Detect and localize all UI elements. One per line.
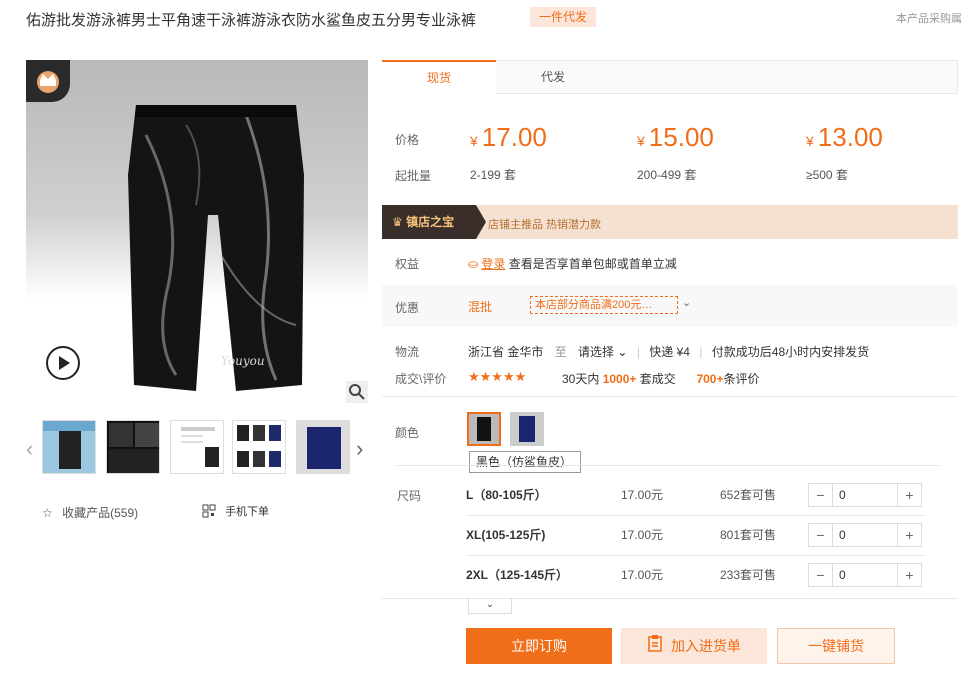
star-outline-icon: ☆ [42, 506, 53, 520]
size-name: L（80-105斤） [466, 488, 547, 502]
benefits-text: 查看是否享首单包邮或首单立减 [508, 257, 677, 271]
favorite-button[interactable]: ☆ 收藏产品(559) [42, 504, 138, 521]
qty-range-1: 2-199 套 [470, 168, 517, 182]
svg-text:Youyou: Youyou [221, 354, 265, 368]
thumbnail-next-icon[interactable]: › [356, 436, 363, 462]
shipping-fee: 快递 ¥4 [649, 345, 690, 359]
product-title: 佑游批发游泳裤男士平角速干泳裤游泳衣防水鲨鱼皮五分男专业泳裤 [26, 12, 477, 29]
add-to-purchase-list-button[interactable]: 加入进货单 [621, 628, 767, 664]
color-divider [396, 465, 940, 466]
reviews-label: 成交\评价 [395, 372, 447, 386]
size-row-2xl: 2XL（125-145斤） 17.00元 233套可售 − + [466, 555, 926, 595]
destination-select[interactable]: 请选择 ⌄ [578, 345, 627, 359]
thumbnail-4[interactable] [232, 420, 286, 474]
price-tier-3: ¥13.00 [806, 122, 883, 152]
crown-icon [26, 60, 70, 102]
discount-label: 优惠 [395, 301, 420, 315]
size-stock: 801套可售 [720, 528, 777, 542]
login-link[interactable]: 登录 [481, 257, 505, 271]
thumbnail-5[interactable] [296, 420, 350, 474]
price-label: 价格 [395, 133, 420, 147]
favorite-label: 收藏产品(559) [62, 506, 139, 520]
mixed-batch-label: 混批 [468, 300, 493, 314]
thumbnail-1[interactable] [42, 420, 96, 474]
size-price: 17.00元 [621, 568, 664, 582]
swim-shorts-image: Youyou [128, 105, 304, 391]
origin-location: 浙江省 金华市 [468, 345, 544, 359]
quantity-stepper: − + [808, 563, 922, 587]
color-swatch-navy[interactable] [510, 412, 544, 446]
quantity-input[interactable] [839, 484, 899, 506]
play-video-button[interactable] [46, 346, 80, 380]
expand-sizes-button[interactable]: ⌄ [468, 598, 512, 614]
size-label: 尺码 [397, 489, 422, 503]
add-to-list-label: 加入进货单 [670, 638, 741, 654]
decrement-button[interactable]: − [809, 484, 833, 506]
section-divider [382, 396, 958, 397]
chevron-down-icon: ⌄ [485, 599, 495, 610]
increment-button[interactable]: + [897, 564, 921, 586]
thumbnail-2[interactable] [106, 420, 160, 474]
review-count-link[interactable]: 700+条评价 [696, 372, 759, 386]
qty-range-2: 200-499 套 [637, 168, 697, 182]
size-row-l: L（80-105斤） 17.00元 652套可售 − + [466, 475, 926, 515]
size-stock: 652套可售 [720, 488, 777, 502]
tab-dropship[interactable]: 代发 [496, 60, 610, 94]
color-tooltip: 黑色（仿鲨鱼皮） [469, 451, 581, 473]
quantity-input[interactable] [839, 564, 899, 586]
size-stock: 233套可售 [720, 568, 777, 582]
qr-code-icon [202, 504, 216, 521]
color-label: 颜色 [395, 426, 420, 440]
dropship-badge[interactable]: 一件代发 [530, 7, 596, 27]
size-row-xl: XL(105-125斤) 17.00元 801套可售 − + [466, 515, 926, 555]
procurement-note: 本产品采购属 [896, 13, 962, 25]
increment-button[interactable]: + [897, 484, 921, 506]
coupon-icon: ⛀ [468, 257, 479, 271]
size-name: 2XL（125-145斤） [466, 568, 569, 582]
thumbnail-3[interactable] [170, 420, 224, 474]
promo-coupon[interactable]: 本店部分商品满200元… [530, 296, 678, 314]
tab-spot-goods[interactable]: 现货 [382, 60, 496, 94]
mobile-order-label: 手机下单 [225, 506, 270, 518]
zoom-icon[interactable] [346, 381, 368, 403]
increment-button[interactable]: + [897, 524, 921, 546]
chevron-down-icon[interactable]: ⌄ [682, 296, 691, 309]
buy-now-button[interactable]: 立即订购 [466, 628, 612, 664]
quantity-stepper: − + [808, 483, 922, 507]
logistics-label: 物流 [395, 345, 420, 359]
one-click-distribute-button[interactable]: 一键铺货 [777, 628, 895, 664]
benefits-label: 权益 [395, 257, 420, 271]
decrement-button[interactable]: − [809, 564, 833, 586]
qty-range-3: ≥500 套 [806, 168, 848, 182]
size-price: 17.00元 [621, 528, 664, 542]
thumbnail-prev-icon[interactable]: ‹ [26, 436, 33, 462]
color-swatch-black[interactable] [467, 412, 501, 446]
to-label: 至 [554, 345, 567, 359]
shop-treasure-title: ♛ 镇店之宝 [382, 205, 486, 239]
price-tier-1: ¥17.00 [470, 122, 547, 152]
quantity-input[interactable] [839, 524, 899, 546]
logistics-row: 浙江省 金华市 至 请选择 ⌄ | 快递 ¥4 | 付款成功后48小时内安排发货 [468, 345, 870, 359]
rating-stars: ★★★★★ [468, 369, 527, 384]
quantity-stepper: − + [808, 523, 922, 547]
benefits-row: ⛀ 登录 查看是否享首单包邮或首单立减 [468, 255, 677, 272]
size-price: 17.00元 [621, 488, 664, 502]
chevron-down-icon: ⌄ [617, 345, 628, 359]
price-tier-2: ¥15.00 [637, 122, 714, 152]
shop-treasure-text: 店铺主推品 热销潜力款 [488, 219, 602, 231]
size-name: XL(105-125斤) [466, 528, 546, 542]
moq-label: 起批量 [395, 169, 432, 183]
mobile-order-button[interactable]: 手机下单 [202, 503, 269, 521]
sales-stats: 30天内 1000+ 套成交 700+条评价 [562, 372, 760, 386]
crown-small-icon: ♛ [392, 215, 403, 229]
ship-time: 付款成功后48小时内安排发货 [711, 345, 870, 359]
decrement-button[interactable]: − [809, 524, 833, 546]
clipboard-icon [647, 629, 663, 665]
